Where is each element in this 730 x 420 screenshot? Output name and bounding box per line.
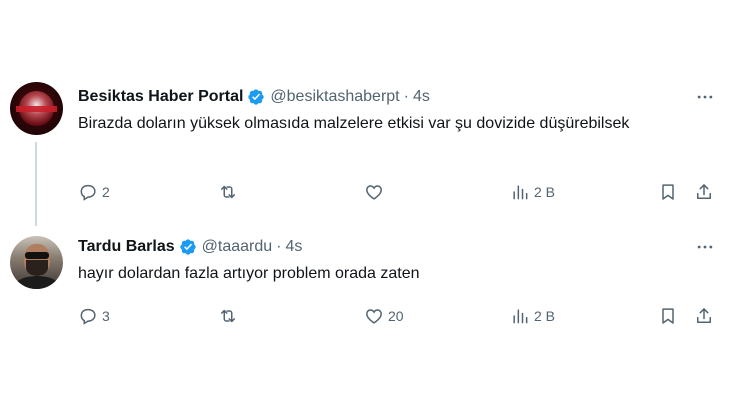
- avatar-sunglasses: [25, 252, 49, 259]
- like-button[interactable]: [364, 180, 388, 204]
- reply-button[interactable]: 2: [78, 180, 110, 204]
- reply-icon: [80, 184, 96, 201]
- share-button[interactable]: [694, 304, 714, 328]
- author-name[interactable]: Tardu Barlas: [78, 238, 175, 256]
- repost-icon: [221, 309, 235, 323]
- tweet-time[interactable]: 4s: [285, 238, 302, 256]
- separator-dot: ·: [403, 88, 409, 105]
- like-count: 20: [388, 308, 404, 324]
- reply-count: 3: [102, 308, 110, 324]
- verified-badge-icon: [179, 238, 197, 256]
- bookmark-button[interactable]: [658, 304, 678, 328]
- club-logo-band: [16, 106, 57, 112]
- views-button[interactable]: 2 B: [510, 304, 555, 328]
- tweet-header: Tardu Barlas @taaardu · 4s: [78, 236, 302, 258]
- views-count: 2 B: [534, 308, 556, 324]
- views-chart-icon: [513, 309, 528, 324]
- separator-dot: ·: [276, 238, 282, 255]
- tweet-header: Besiktas Haber Portal @besiktashaberpt ·…: [78, 86, 430, 108]
- avatar-shirt: [15, 276, 59, 289]
- share-icon: [697, 308, 711, 323]
- tweet-time[interactable]: 4s: [413, 88, 430, 106]
- heart-icon: [366, 185, 382, 200]
- tweet-actions: 3 20 2 B: [74, 304, 730, 328]
- more-options-icon[interactable]: [694, 88, 716, 106]
- repost-button[interactable]: [218, 304, 238, 328]
- author-handle[interactable]: @taaardu: [202, 238, 273, 256]
- bookmark-button[interactable]: [658, 180, 678, 204]
- author-handle[interactable]: @besiktashaberpt: [270, 88, 399, 106]
- share-button[interactable]: [694, 180, 714, 204]
- heart-icon: [366, 309, 382, 324]
- repost-icon: [221, 185, 235, 199]
- reply-button[interactable]: 3: [78, 304, 110, 328]
- bookmark-icon: [662, 308, 674, 324]
- views-button[interactable]: 2 B: [510, 180, 555, 204]
- tweet-tardu[interactable]: Tardu Barlas @taaardu · 4s hayır dolarda…: [0, 232, 730, 342]
- avatar-beard: [26, 260, 48, 276]
- verified-badge-icon: [247, 88, 265, 106]
- thread-connector-line: [35, 142, 37, 226]
- author-name[interactable]: Besiktas Haber Portal: [78, 88, 243, 106]
- bookmark-icon: [662, 184, 674, 200]
- views-count: 2 B: [534, 184, 556, 200]
- tweet-text: Birazda doların yüksek olmasıda malzeler…: [78, 115, 630, 132]
- tweet-text: hayır dolardan fazla artıyor problem ora…: [78, 265, 420, 282]
- like-button[interactable]: 20: [364, 304, 404, 328]
- avatar-besiktas[interactable]: [10, 82, 63, 135]
- tweet-actions: 2 2 B: [74, 180, 730, 204]
- reply-count: 2: [102, 184, 110, 200]
- repost-button[interactable]: [218, 180, 238, 204]
- avatar-tardu[interactable]: [10, 236, 63, 289]
- share-icon: [697, 184, 711, 199]
- reply-icon: [80, 308, 96, 325]
- more-options-icon[interactable]: [694, 238, 716, 256]
- tweet-besiktas[interactable]: Besiktas Haber Portal @besiktashaberpt ·…: [0, 82, 730, 212]
- views-chart-icon: [513, 185, 528, 200]
